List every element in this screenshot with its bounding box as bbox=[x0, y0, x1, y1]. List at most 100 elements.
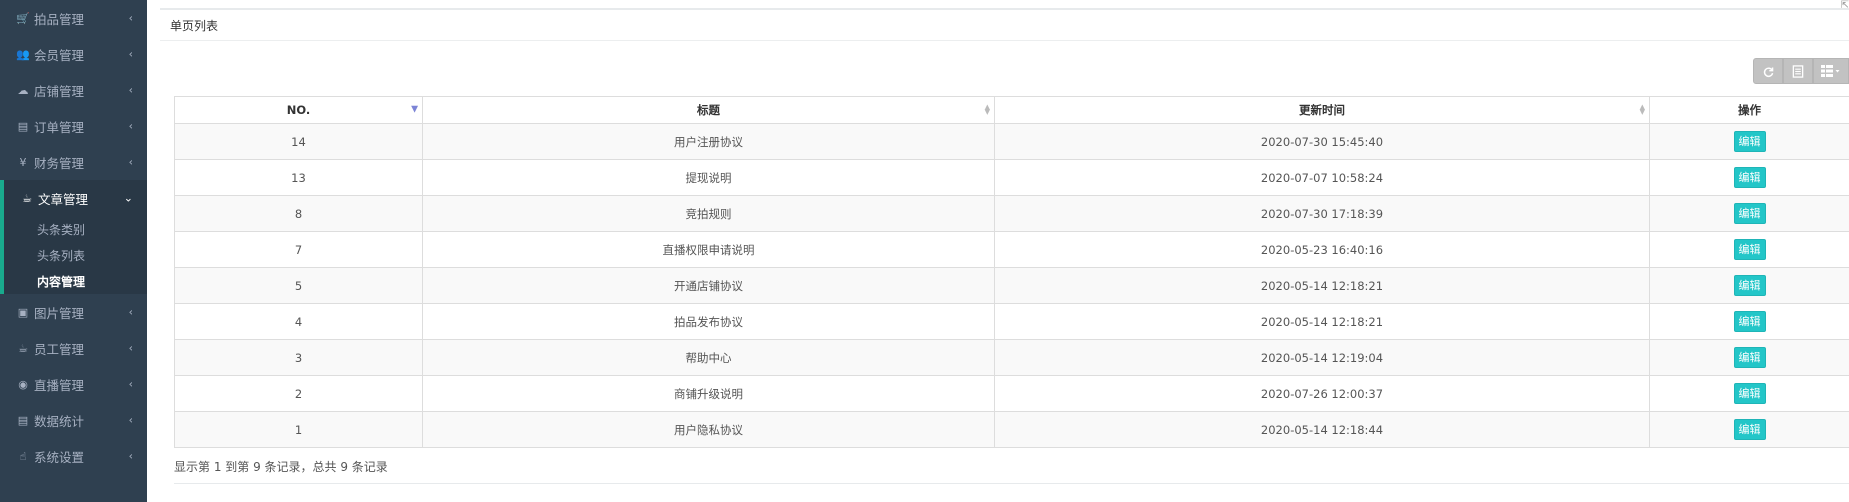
cell-updated: 2020-07-30 17:18:39 bbox=[994, 195, 1650, 232]
sidebar-item[interactable]: ☁ 店铺管理 ‹ bbox=[0, 72, 147, 108]
column-header-updated[interactable]: 更新时间 ▲ ▼ bbox=[994, 96, 1650, 124]
table-row: 14 用户注册协议 2020-07-30 15:45:40 编辑 bbox=[174, 123, 1849, 160]
edit-button[interactable]: 编辑 bbox=[1733, 383, 1766, 404]
eye-icon: ◉ bbox=[18, 377, 28, 391]
table-toolbar bbox=[1753, 58, 1849, 84]
sidebar-item[interactable]: 🛒 拍品管理 ‹ bbox=[0, 0, 147, 36]
sidebar-item-label: 数据统计 bbox=[34, 413, 85, 429]
sidebar-item-label: 文章管理 bbox=[38, 191, 89, 207]
cell-actions: 编辑 bbox=[1649, 303, 1849, 340]
cell-updated: 2020-05-14 12:18:21 bbox=[994, 267, 1650, 304]
table-row: 4 拍品发布协议 2020-05-14 12:18:21 编辑 bbox=[174, 303, 1849, 340]
cell-actions: 编辑 bbox=[1649, 195, 1849, 232]
sidebar-item[interactable]: ¥ 财务管理 ‹ bbox=[0, 144, 147, 180]
cell-actions: 编辑 bbox=[1649, 231, 1849, 268]
sidebar-item[interactable]: ☕ 员工管理 ‹ bbox=[0, 330, 147, 366]
table-row: 7 直播权限申请说明 2020-05-23 16:40:16 编辑 bbox=[174, 231, 1849, 268]
sidebar-subitem-headline-list[interactable]: 头条列表 bbox=[4, 242, 147, 268]
edit-button[interactable]: 编辑 bbox=[1733, 311, 1766, 332]
edit-button[interactable]: 编辑 bbox=[1733, 203, 1766, 224]
chevron-down-icon: ⌄ bbox=[123, 191, 133, 205]
table-header-row: NO. ▼ 标题 ▲ ▼ 更新时间 ▲ ▼ 操作 bbox=[174, 96, 1849, 124]
table-row: 1 用户隐私协议 2020-05-14 12:18:44 编辑 bbox=[174, 411, 1849, 448]
cart-icon: 🛒 bbox=[16, 11, 30, 25]
book-icon: ▤ bbox=[17, 119, 29, 133]
edit-button[interactable]: 编辑 bbox=[1733, 275, 1766, 296]
sort-icon: ▲ ▼ bbox=[984, 103, 990, 116]
chevron-left-icon: ‹ bbox=[128, 155, 133, 169]
cell-title: 拍品发布协议 bbox=[422, 303, 995, 340]
edit-button[interactable]: 编辑 bbox=[1733, 347, 1766, 368]
sort-desc-icon: ▼ bbox=[411, 104, 418, 115]
cell-updated: 2020-05-14 12:18:21 bbox=[994, 303, 1650, 340]
sidebar-subitem-headline-categories[interactable]: 头条类别 bbox=[4, 216, 147, 242]
panel-title-divider bbox=[160, 40, 1849, 41]
list-icon bbox=[1792, 64, 1804, 78]
sidebar-item[interactable]: 👥 会员管理 ‹ bbox=[0, 36, 147, 72]
table-row: 5 开通店铺协议 2020-05-14 12:18:21 编辑 bbox=[174, 267, 1849, 304]
sidebar-item[interactable]: ☝ 系统设置 ‹ bbox=[0, 438, 147, 474]
table-row: 13 提现说明 2020-07-07 10:58:24 编辑 bbox=[174, 159, 1849, 196]
cell-title: 商铺升级说明 bbox=[422, 375, 995, 412]
scroll-up-icon[interactable]: ⇱ bbox=[1841, 0, 1849, 11]
cell-actions: 编辑 bbox=[1649, 123, 1849, 160]
cell-no: 3 bbox=[174, 339, 423, 376]
cell-title: 竞拍规则 bbox=[422, 195, 995, 232]
cell-no: 14 bbox=[174, 123, 423, 160]
cell-actions: 编辑 bbox=[1649, 411, 1849, 448]
cell-updated: 2020-05-23 16:40:16 bbox=[994, 231, 1650, 268]
cell-title: 用户注册协议 bbox=[422, 123, 995, 160]
cell-actions: 编辑 bbox=[1649, 159, 1849, 196]
chevron-left-icon: ‹ bbox=[128, 413, 133, 427]
sidebar-item-label: 会员管理 bbox=[34, 47, 85, 63]
sidebar-item-label: 财务管理 bbox=[34, 155, 85, 171]
sidebar-item-label: 员工管理 bbox=[34, 341, 85, 357]
image-icon: ▣ bbox=[17, 305, 29, 319]
chevron-left-icon: ‹ bbox=[128, 341, 133, 355]
sidebar-item[interactable]: ▤ 订单管理 ‹ bbox=[0, 108, 147, 144]
edit-button[interactable]: 编辑 bbox=[1733, 239, 1766, 260]
cell-no: 13 bbox=[174, 159, 423, 196]
sidebar-item[interactable]: ▤ 数据统计 ‹ bbox=[0, 402, 147, 438]
users-icon: 👥 bbox=[16, 47, 30, 61]
edit-button[interactable]: 编辑 bbox=[1733, 419, 1766, 440]
cell-title: 帮助中心 bbox=[422, 339, 995, 376]
column-header-actions: 操作 bbox=[1649, 96, 1849, 124]
column-header-no[interactable]: NO. ▼ bbox=[174, 96, 423, 124]
cell-no: 5 bbox=[174, 267, 423, 304]
sidebar-item-label: 订单管理 bbox=[34, 119, 85, 135]
yen-icon: ¥ bbox=[19, 155, 27, 169]
refresh-button[interactable] bbox=[1753, 58, 1783, 84]
cloud-icon: ☁ bbox=[17, 83, 29, 97]
edit-button[interactable]: 编辑 bbox=[1733, 167, 1766, 188]
columns-icon bbox=[1821, 65, 1840, 77]
sidebar-item[interactable]: ◉ 直播管理 ‹ bbox=[0, 366, 147, 402]
sidebar-item-label: 店铺管理 bbox=[34, 83, 85, 99]
chevron-left-icon: ‹ bbox=[128, 83, 133, 97]
table-row: 8 竞拍规则 2020-07-30 17:18:39 编辑 bbox=[174, 195, 1849, 232]
cell-updated: 2020-05-14 12:19:04 bbox=[994, 339, 1650, 376]
sidebar-item-label: 图片管理 bbox=[34, 305, 85, 321]
chevron-left-icon: ‹ bbox=[128, 47, 133, 61]
panel-title: 单页列表 bbox=[170, 19, 219, 33]
cell-actions: 编辑 bbox=[1649, 375, 1849, 412]
columns-button[interactable] bbox=[1813, 58, 1849, 84]
coffee-icon: ☕ bbox=[22, 191, 32, 205]
toggle-view-button[interactable] bbox=[1783, 58, 1813, 84]
edit-button[interactable]: 编辑 bbox=[1733, 131, 1766, 152]
chevron-left-icon: ‹ bbox=[128, 449, 133, 463]
sidebar-subitem-content-management[interactable]: 内容管理 bbox=[4, 268, 147, 294]
column-header-title[interactable]: 标题 ▲ ▼ bbox=[422, 96, 995, 124]
refresh-icon bbox=[1763, 66, 1773, 77]
cell-updated: 2020-07-30 15:45:40 bbox=[994, 123, 1650, 160]
cell-title: 提现说明 bbox=[422, 159, 995, 196]
cell-title: 开通店铺协议 bbox=[422, 267, 995, 304]
sidebar-item-label: 直播管理 bbox=[34, 377, 85, 393]
sidebar-item-articles[interactable]: ☕ 文章管理 ⌄ bbox=[4, 180, 147, 216]
footer-divider bbox=[174, 483, 1849, 484]
table-row: 2 商铺升级说明 2020-07-26 12:00:37 编辑 bbox=[174, 375, 1849, 412]
cell-no: 8 bbox=[174, 195, 423, 232]
sidebar-item[interactable]: ▣ 图片管理 ‹ bbox=[0, 294, 147, 330]
top-divider bbox=[160, 8, 1849, 10]
data-table-container: NO. ▼ 标题 ▲ ▼ 更新时间 ▲ ▼ 操作 14 用户注册协议 2020-07-30 1… bbox=[174, 96, 1849, 448]
